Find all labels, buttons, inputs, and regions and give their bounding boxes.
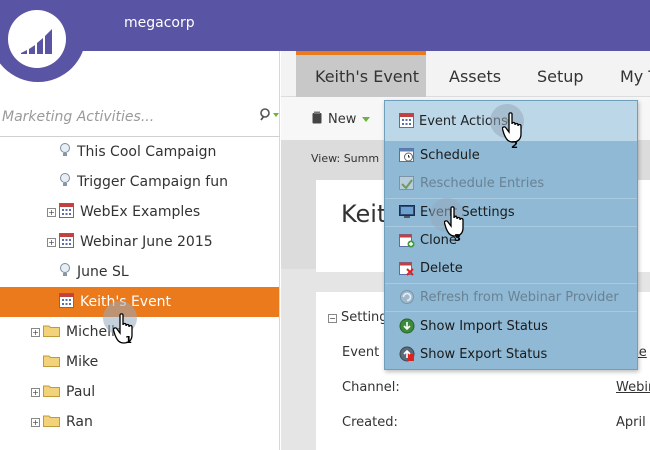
- new-label: New: [328, 111, 357, 127]
- tab-bar: Keith's Event Assets Setup My T: [281, 51, 650, 97]
- tree-item-folder[interactable]: + Paul: [0, 377, 279, 407]
- bars-logo-icon: [21, 29, 52, 54]
- tab-my-tokens[interactable]: My T: [620, 51, 650, 97]
- menu-item-delete[interactable]: Delete: [385, 254, 637, 282]
- new-button[interactable]: New: [312, 97, 371, 141]
- channel-value-link[interactable]: Webin: [616, 380, 650, 395]
- tree-item-campaign[interactable]: June SL: [0, 257, 279, 287]
- tree-item-label: June SL: [77, 264, 129, 280]
- schedule-icon: [399, 147, 415, 163]
- folder-icon: [43, 324, 60, 341]
- tree-item-label: Webinar June 2015: [80, 234, 213, 250]
- left-panel: This Cool Campaign Trigger Campaign fun …: [0, 51, 280, 450]
- tab-label: Keith's Event: [315, 67, 420, 86]
- tree-item-campaign[interactable]: This Cool Campaign: [0, 137, 279, 167]
- expand-icon[interactable]: +: [31, 327, 40, 337]
- lightbulb-icon: [59, 262, 71, 282]
- tab-assets[interactable]: Assets: [449, 51, 501, 97]
- tab-label: Assets: [449, 67, 502, 86]
- expand-icon[interactable]: +: [31, 387, 40, 397]
- tree-item-label: Mike: [66, 354, 99, 370]
- tab-label: My T: [620, 67, 650, 86]
- tree-item-event[interactable]: + Webinar June 2015: [0, 227, 279, 257]
- folder-icon: [43, 354, 60, 371]
- settings-header[interactable]: − Setting: [328, 310, 388, 325]
- delete-icon: [399, 260, 415, 276]
- menu-item-refresh-webinar[interactable]: Refresh from Webinar Provider: [385, 283, 637, 311]
- created-label: Created:: [342, 415, 398, 430]
- folder-icon: [43, 384, 60, 401]
- view-summary-label: View: Summ: [311, 152, 380, 165]
- menu-item-label: Show Import Status: [420, 318, 548, 334]
- menu-item-clone[interactable]: Clone: [385, 226, 637, 254]
- top-bar: megacorp: [0, 0, 650, 51]
- tab-label: Setup: [537, 67, 584, 86]
- filter-icon: [260, 108, 279, 121]
- tree-item-folder[interactable]: Mike: [0, 347, 279, 377]
- tree-item-label: WebEx Examples: [80, 204, 201, 220]
- tree-item-label: Ran: [66, 414, 93, 430]
- tree-item-label: This Cool Campaign: [77, 144, 217, 160]
- tree-item-label: Paul: [66, 384, 96, 400]
- menu-item-label: Schedule: [420, 147, 480, 163]
- step-number: 1: [125, 335, 132, 346]
- settings-header-label: Setting: [341, 310, 388, 325]
- tree-item-folder[interactable]: + Ran: [0, 407, 279, 437]
- lightbulb-icon: [59, 142, 71, 162]
- calendar-icon: [59, 232, 74, 252]
- refresh-icon: [399, 289, 415, 305]
- menu-item-label: Reschedule Entries: [420, 175, 545, 191]
- menu-item-show-export-status[interactable]: Show Export Status: [385, 340, 637, 368]
- export-status-icon: [399, 346, 415, 362]
- tree-item-campaign[interactable]: Trigger Campaign fun: [0, 167, 279, 197]
- menu-item-reschedule-entries[interactable]: Reschedule Entries: [385, 169, 637, 197]
- calendar-icon: [59, 202, 74, 222]
- expand-icon[interactable]: +: [47, 207, 56, 217]
- tab-setup[interactable]: Setup: [537, 51, 584, 97]
- channel-label: Channel:: [342, 380, 400, 395]
- expand-icon[interactable]: +: [31, 417, 40, 427]
- step-number: 3: [454, 233, 461, 244]
- menu-item-label: Refresh from Webinar Provider: [420, 289, 619, 305]
- chevron-down-icon: [362, 116, 371, 122]
- lightbulb-icon: [59, 172, 71, 192]
- import-status-icon: [399, 318, 415, 334]
- menu-item-event-settings[interactable]: Event Settings: [385, 198, 637, 226]
- menu-item-label: Delete: [420, 260, 463, 276]
- logo-badge: [8, 10, 66, 68]
- filter-button[interactable]: [258, 107, 280, 125]
- org-name: megacorp: [124, 15, 195, 31]
- tree-item-label: Trigger Campaign fun: [77, 174, 228, 190]
- tab-keiths-event[interactable]: Keith's Event: [296, 51, 426, 97]
- created-value: April 2: [616, 415, 650, 430]
- folder-icon: [43, 414, 60, 431]
- calendar-icon: [399, 113, 414, 132]
- calendar-icon: [59, 292, 74, 312]
- tree-item-event[interactable]: + WebEx Examples: [0, 197, 279, 227]
- reschedule-icon: [399, 175, 415, 191]
- collapse-icon[interactable]: −: [328, 314, 337, 323]
- monitor-icon: [399, 204, 415, 220]
- new-icon: [312, 111, 322, 128]
- menu-item-label: Show Export Status: [420, 346, 548, 362]
- search-input[interactable]: [2, 105, 252, 129]
- clone-icon: [399, 232, 415, 248]
- menu-item-show-import-status[interactable]: Show Import Status: [385, 312, 637, 340]
- step-number: 2: [511, 140, 518, 151]
- expand-icon[interactable]: +: [47, 237, 56, 247]
